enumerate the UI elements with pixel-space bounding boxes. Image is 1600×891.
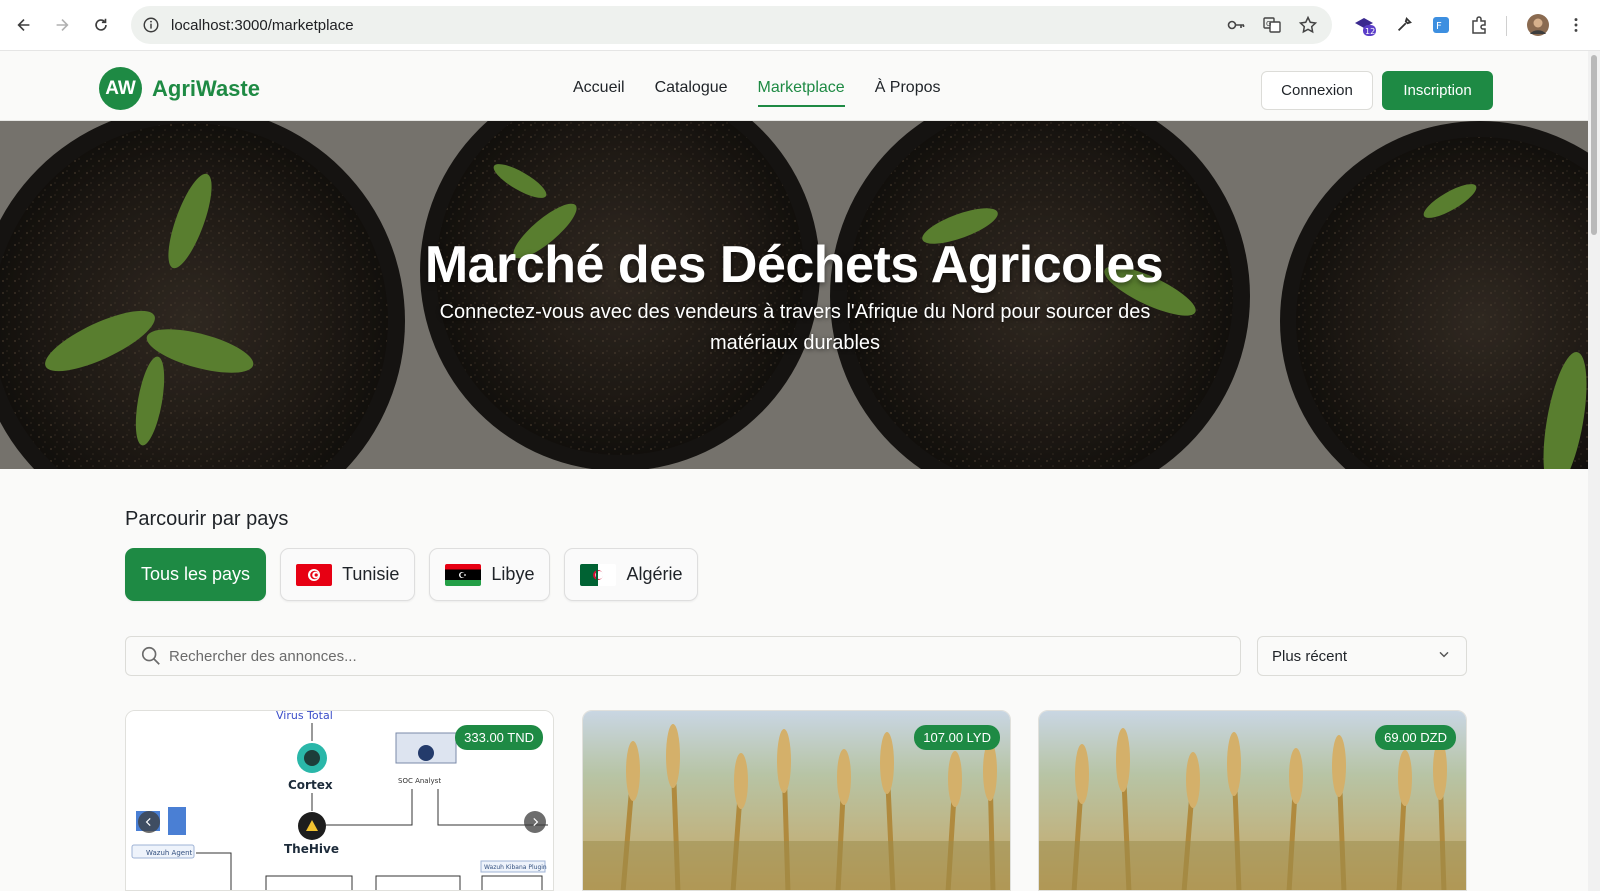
country-chip-tunisia[interactable]: Tunisie [280, 548, 416, 601]
search-icon [139, 644, 163, 668]
diagram-label-wazuh-agent: Wazuh Agent [146, 849, 193, 857]
country-chip-libya[interactable]: Libye [429, 548, 551, 601]
scrollbar-thumb[interactable] [1591, 55, 1597, 235]
hero-banner: Marché des Déchets Agricoles Connectez-v… [0, 121, 1588, 469]
diagram-label-wazuh-kibana: Wazuh Kibana Plugin [484, 864, 547, 871]
logo-badge[interactable]: AW [99, 67, 142, 110]
country-filter: Tous les pays Tunisie Libye Algérie [125, 548, 699, 601]
signup-button[interactable]: Inscription [1382, 71, 1493, 110]
libya-flag-icon [445, 563, 482, 586]
diagram-label-cortex: Cortex [288, 778, 333, 792]
forward-icon[interactable] [50, 13, 74, 37]
svg-text:F: F [1436, 21, 1442, 32]
page-scrollbar[interactable] [1588, 51, 1600, 891]
carousel-prev-icon[interactable] [138, 811, 160, 833]
listing-card[interactable]: 69.00 DZD [1038, 710, 1467, 891]
hero-background-image [0, 121, 1588, 469]
password-key-icon[interactable] [1226, 15, 1246, 35]
search-box[interactable] [125, 636, 1241, 676]
price-badge: 107.00 LYD [914, 725, 1000, 750]
back-icon[interactable] [12, 13, 36, 37]
chevron-down-icon [1436, 646, 1452, 666]
nav-catalogue[interactable]: Catalogue [655, 79, 728, 105]
listing-card[interactable]: 333.00 TND Virus Total Cortex TheHive SO… [125, 710, 554, 891]
login-button[interactable]: Connexion [1261, 71, 1373, 110]
hero-subtitle: Connectez-vous avec des vendeurs à trave… [439, 301, 1151, 354]
url-text[interactable]: localhost:3000/marketplace [171, 17, 354, 34]
site-header: AW AgriWaste Accueil Catalogue Marketpla… [0, 51, 1588, 121]
listing-card[interactable]: 107.00 LYD [582, 710, 1011, 891]
nav-marketplace[interactable]: Marketplace [757, 79, 845, 107]
reload-icon[interactable] [89, 13, 113, 37]
main-nav: Accueil Catalogue Marketplace À Propos [573, 79, 941, 107]
tunisia-flag-icon [296, 563, 333, 586]
address-bar[interactable]: localhost:3000/marketplace G [131, 6, 1332, 44]
carousel-next-icon[interactable] [524, 811, 546, 833]
country-chip-label: Libye [491, 564, 535, 584]
extension-hat-icon[interactable]: 12 [1352, 13, 1376, 37]
country-chip-all[interactable]: Tous les pays [125, 548, 267, 601]
site-info-icon[interactable] [141, 15, 161, 35]
search-input[interactable] [169, 647, 1169, 665]
toolbar-divider [1506, 16, 1507, 36]
country-chip-algeria[interactable]: Algérie [564, 548, 699, 601]
nav-accueil[interactable]: Accueil [573, 79, 625, 105]
price-badge: 333.00 TND [455, 725, 543, 750]
formatter-extension-icon[interactable]: F [1429, 13, 1453, 37]
hero-title: Marché des Déchets Agricoles [424, 236, 1164, 294]
translate-icon[interactable]: G [1262, 15, 1282, 35]
diagram-label-virustotal: Virus Total [276, 711, 333, 722]
country-chip-label: Tous les pays [141, 564, 251, 584]
sort-selected-value: Plus récent [1272, 647, 1348, 665]
svg-text:12: 12 [1365, 27, 1375, 36]
nav-a-propos[interactable]: À Propos [875, 79, 941, 105]
country-chip-label: Algérie [626, 564, 683, 584]
sort-select[interactable]: Plus récent [1257, 636, 1467, 676]
algeria-flag-icon [580, 563, 617, 586]
price-badge: 69.00 DZD [1375, 725, 1456, 750]
diagram-label-soc-analyst: SOC Analyst [398, 777, 441, 785]
svg-text:G: G [1266, 20, 1271, 28]
diagram-label-thehive: TheHive [284, 842, 339, 856]
browse-heading: Parcourir par pays [125, 508, 289, 530]
bookmark-star-icon[interactable] [1298, 15, 1318, 35]
logo-text[interactable]: AgriWaste [152, 76, 260, 102]
more-menu-icon[interactable] [1564, 13, 1588, 37]
country-chip-label: Tunisie [342, 564, 400, 584]
browser-toolbar: localhost:3000/marketplace G 12 F [0, 0, 1600, 51]
extensions-puzzle-icon[interactable] [1467, 13, 1491, 37]
eyedropper-icon[interactable] [1392, 13, 1416, 37]
profile-avatar[interactable] [1526, 13, 1550, 37]
